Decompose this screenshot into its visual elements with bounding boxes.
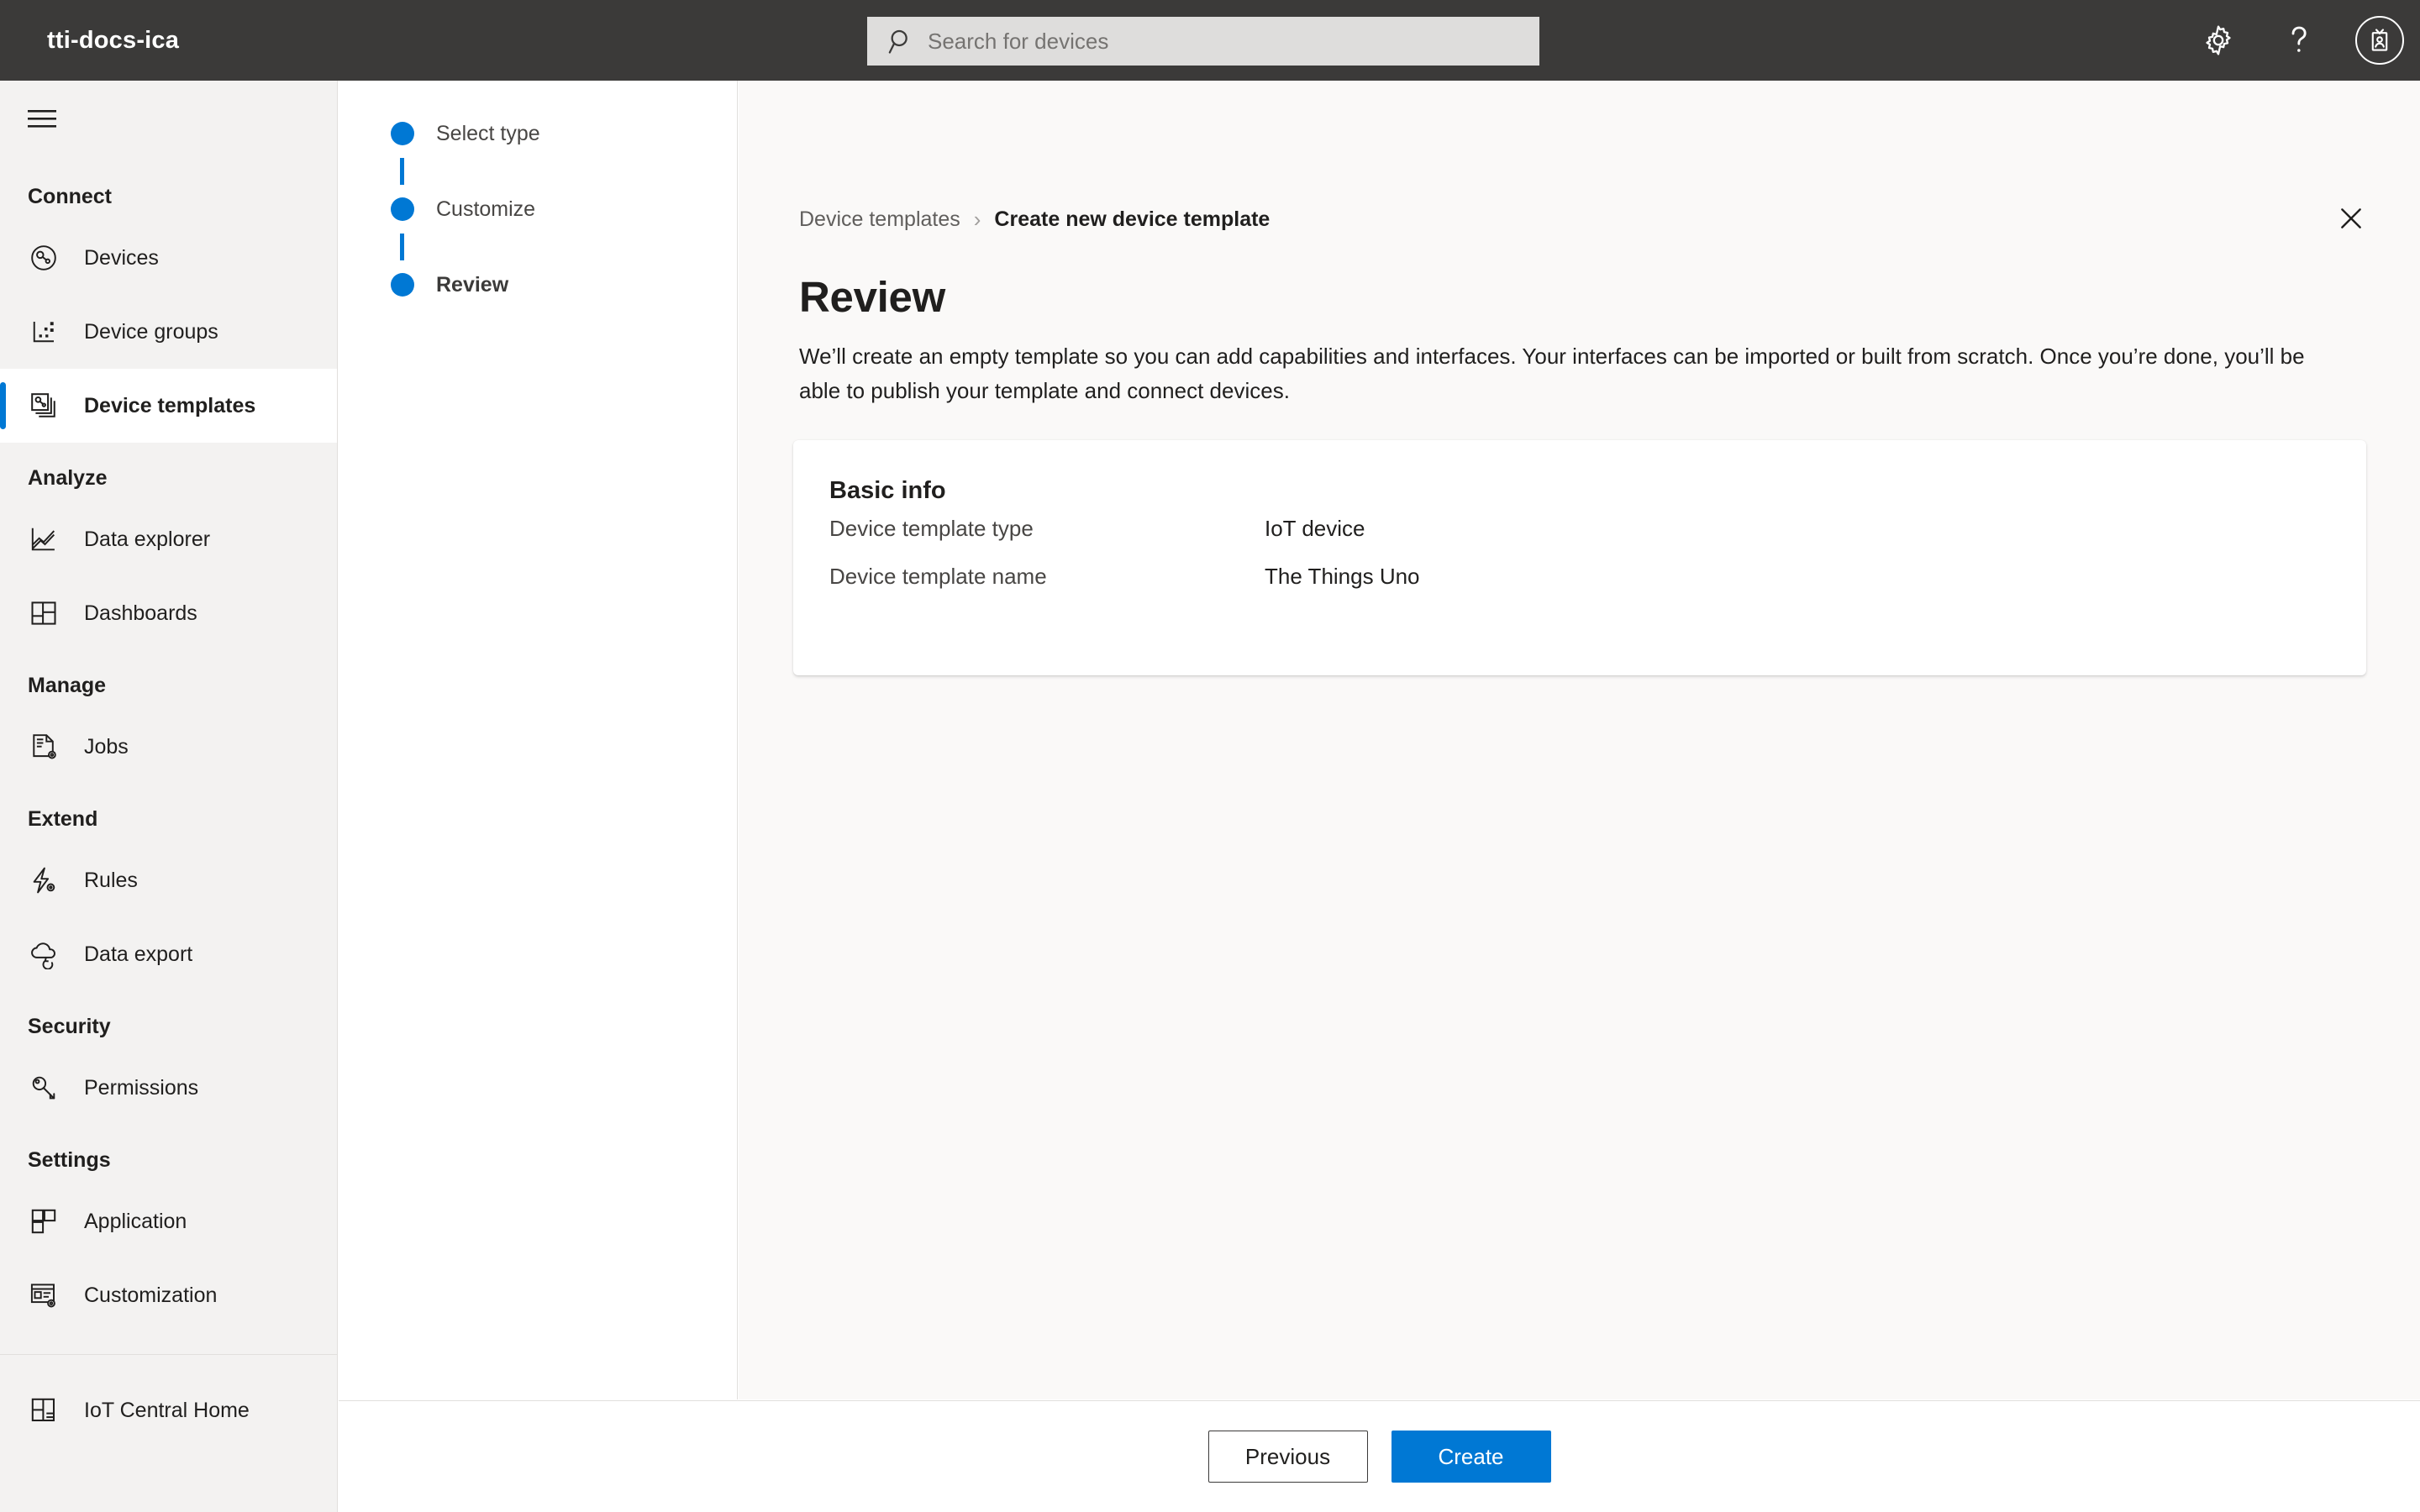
step-dot-icon xyxy=(391,197,414,221)
application-icon xyxy=(28,1205,60,1237)
question-mark-icon xyxy=(2282,22,2316,59)
info-row-key: Device template type xyxy=(829,516,1034,541)
avatar xyxy=(2355,16,2404,65)
sidebar-item-data-export[interactable]: Data export xyxy=(0,917,337,991)
sidebar-item-label: IoT Central Home xyxy=(84,1398,250,1422)
main-content: Device templates › Create new device tem… xyxy=(739,81,2420,1399)
device-templates-icon xyxy=(28,390,60,422)
sidebar-item-label: Dashboards xyxy=(84,601,197,625)
topbar-actions xyxy=(2178,0,2420,81)
basic-info-card: Basic info Device template type IoT devi… xyxy=(793,440,2366,675)
devices-icon xyxy=(28,242,60,274)
top-bar: tti-docs-ica xyxy=(0,0,2420,81)
sidebar-item-label: Jobs xyxy=(84,734,129,759)
sidebar-section-manage: Manage xyxy=(28,674,107,697)
search-input[interactable] xyxy=(928,28,1482,55)
data-export-icon xyxy=(28,938,60,970)
sidebar-item-label: Permissions xyxy=(84,1075,199,1100)
help-button[interactable] xyxy=(2259,0,2339,81)
account-button[interactable] xyxy=(2339,0,2420,81)
wizard-steps-panel: Select type Customize Review xyxy=(339,81,738,1399)
breadcrumb: Device templates › Create new device tem… xyxy=(739,81,1270,233)
sidebar-item-jobs[interactable]: Jobs xyxy=(0,710,337,784)
sidebar-item-label: Device templates xyxy=(84,393,256,417)
info-row-device-template-name: Device template name The Things Uno xyxy=(793,553,2366,601)
wizard-step-label: Customize xyxy=(436,197,536,221)
close-icon xyxy=(2337,204,2365,237)
step-connector xyxy=(400,234,404,260)
breadcrumb-current: Create new device template xyxy=(994,207,1270,231)
settings-gear-button[interactable] xyxy=(2178,0,2259,81)
jobs-icon xyxy=(28,731,60,763)
sidebar-section-security: Security xyxy=(28,1015,111,1038)
sidebar-item-label: Application xyxy=(84,1209,187,1233)
wizard-footer: Previous Create xyxy=(339,1400,2420,1512)
iot-central-home-icon xyxy=(28,1394,60,1426)
customization-icon xyxy=(28,1279,60,1311)
wizard-step-list: Select type Customize Review xyxy=(339,81,737,309)
info-row-key: Device template name xyxy=(829,564,1047,589)
sidebar-section-extend: Extend xyxy=(28,807,98,831)
sidebar-item-device-templates[interactable]: Device templates xyxy=(0,369,337,443)
sidebar-item-permissions[interactable]: Permissions xyxy=(0,1051,337,1125)
sidebar-item-dashboards[interactable]: Dashboards xyxy=(0,576,337,650)
dashboards-icon xyxy=(28,597,60,629)
wizard-step-customize[interactable]: Customize xyxy=(339,185,737,234)
hamburger-icon xyxy=(28,108,60,135)
sidebar-item-application[interactable]: Application xyxy=(0,1184,337,1258)
sidebar-section-connect: Connect xyxy=(28,185,112,208)
sidebar-item-iot-central-home[interactable]: IoT Central Home xyxy=(0,1373,337,1447)
gear-icon xyxy=(2202,24,2235,57)
wizard-step-label: Select type xyxy=(436,121,540,145)
page-title: Review xyxy=(799,273,945,321)
permissions-key-icon xyxy=(28,1072,60,1104)
sidebar-item-label: Device groups xyxy=(84,319,218,344)
data-explorer-icon xyxy=(28,523,60,555)
chevron-right-icon: › xyxy=(973,207,981,232)
previous-button[interactable]: Previous xyxy=(1207,1431,1368,1483)
step-dot-icon xyxy=(391,122,414,145)
sidebar-item-label: Rules xyxy=(84,868,138,892)
info-row-value: The Things Uno xyxy=(1265,564,1420,589)
sidebar-item-label: Customization xyxy=(84,1283,218,1307)
sidebar-section-settings: Settings xyxy=(28,1148,111,1172)
create-button[interactable]: Create xyxy=(1391,1431,1551,1483)
sidebar-item-customization[interactable]: Customization xyxy=(0,1258,337,1332)
sidebar-section-analyze: Analyze xyxy=(28,466,108,490)
step-connector xyxy=(400,158,404,185)
search-icon xyxy=(887,27,916,55)
wizard-step-label: Review xyxy=(436,272,509,297)
info-row-value: IoT device xyxy=(1265,516,1365,541)
sidebar-item-rules[interactable]: Rules xyxy=(0,843,337,917)
sidebar-item-label: Data export xyxy=(84,942,193,966)
sidebar-item-data-explorer[interactable]: Data explorer xyxy=(0,502,337,576)
page-description: We’ll create an empty template so you ca… xyxy=(799,344,2305,403)
sidebar-item-label: Data explorer xyxy=(84,527,211,551)
hamburger-menu-button[interactable] xyxy=(3,81,84,161)
rules-icon xyxy=(28,864,60,896)
sidebar: Connect Devices Device groups Device tem… xyxy=(0,81,338,1512)
app-title: tti-docs-ica xyxy=(47,26,180,54)
sidebar-item-device-groups[interactable]: Device groups xyxy=(0,295,337,369)
info-row-device-template-type: Device template type IoT device xyxy=(793,505,2366,553)
sidebar-item-label: Devices xyxy=(84,245,159,270)
wizard-step-select-type[interactable]: Select type xyxy=(339,109,737,158)
card-title: Basic info xyxy=(829,477,946,504)
search-box[interactable] xyxy=(867,17,1539,66)
close-button[interactable] xyxy=(2328,197,2375,244)
device-groups-icon xyxy=(28,316,60,348)
step-dot-icon xyxy=(391,273,414,297)
wizard-step-review[interactable]: Review xyxy=(339,260,737,309)
sidebar-divider xyxy=(0,1354,337,1355)
sidebar-item-devices[interactable]: Devices xyxy=(0,221,337,295)
breadcrumb-parent-link[interactable]: Device templates xyxy=(799,207,960,232)
